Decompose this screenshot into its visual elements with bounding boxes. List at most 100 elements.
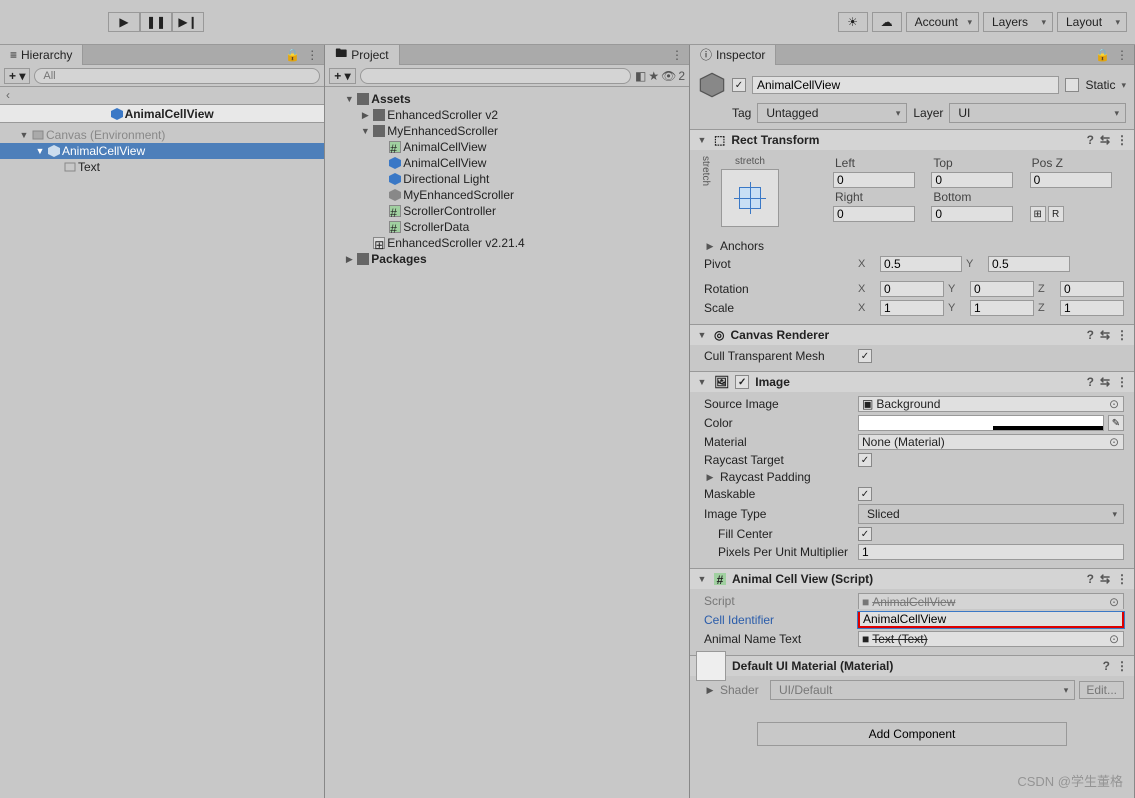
tree-item-scene[interactable]: MyEnhancedScroller bbox=[325, 187, 689, 203]
tree-item-cellview[interactable]: ▼AnimalCellView bbox=[0, 143, 324, 159]
active-checkbox[interactable]: ✓ bbox=[732, 78, 746, 92]
raycast-target-checkbox[interactable]: ✓ bbox=[858, 453, 872, 467]
add-button[interactable]: + ▾ bbox=[4, 68, 30, 84]
play-button[interactable]: ▶ bbox=[108, 12, 140, 32]
lock-icon[interactable]: 🔒 bbox=[285, 48, 300, 62]
account-dropdown[interactable]: Account bbox=[906, 12, 979, 32]
shader-dropdown[interactable]: UI/Default bbox=[770, 680, 1075, 700]
cull-checkbox[interactable]: ✓ bbox=[858, 349, 872, 363]
rect-transform-component: ▼⬚Rect Transform?⇆⋮ stretch stretch Left… bbox=[690, 129, 1134, 324]
ppu-input[interactable] bbox=[858, 544, 1124, 560]
menu-icon[interactable]: ⋮ bbox=[1116, 133, 1128, 147]
right-input[interactable] bbox=[833, 206, 915, 222]
add-component-button[interactable]: Add Component bbox=[757, 722, 1067, 746]
tree-item-canvas[interactable]: ▼Canvas (Environment) bbox=[0, 127, 324, 143]
tag-dropdown[interactable]: Untagged bbox=[757, 103, 907, 123]
help-icon[interactable]: ? bbox=[1087, 328, 1094, 342]
preset-icon[interactable]: ⇆ bbox=[1100, 572, 1110, 586]
rot-x-input[interactable] bbox=[880, 281, 944, 297]
menu-icon[interactable]: ⋮ bbox=[1116, 375, 1128, 389]
gameobject-name-input[interactable] bbox=[752, 76, 1059, 94]
eyedropper-icon[interactable]: ✎ bbox=[1108, 415, 1124, 431]
tree-item-light[interactable]: Directional Light bbox=[325, 171, 689, 187]
preset-icon[interactable]: ⇆ bbox=[1100, 375, 1110, 389]
filter-icon1[interactable]: ◧ bbox=[635, 69, 646, 83]
blueprint-icon[interactable]: ⊞ bbox=[1030, 206, 1046, 222]
anchor-preset-button[interactable] bbox=[721, 169, 779, 227]
menu-icon[interactable]: ⋮ bbox=[1116, 328, 1128, 342]
lighting-icon[interactable]: ☀ bbox=[838, 12, 868, 32]
color-field[interactable] bbox=[858, 415, 1104, 431]
source-image-field[interactable]: ▣ Background bbox=[858, 396, 1124, 412]
pivot-y-input[interactable] bbox=[988, 256, 1070, 272]
menu-icon[interactable]: ⋮ bbox=[1116, 659, 1128, 673]
tree-item-assets[interactable]: ▼Assets bbox=[325, 91, 689, 107]
hierarchy-search-input[interactable] bbox=[34, 68, 320, 84]
tree-item-text[interactable]: Text bbox=[0, 159, 324, 175]
rot-z-input[interactable] bbox=[1060, 281, 1124, 297]
top-input[interactable] bbox=[931, 172, 1013, 188]
help-icon[interactable]: ? bbox=[1087, 572, 1094, 586]
component-header[interactable]: ▼◎Canvas Renderer?⇆⋮ bbox=[690, 325, 1134, 345]
add-button[interactable]: + ▾ bbox=[329, 68, 355, 84]
scale-z-input[interactable] bbox=[1060, 300, 1124, 316]
fill-center-checkbox[interactable]: ✓ bbox=[858, 527, 872, 541]
bottom-input[interactable] bbox=[931, 206, 1013, 222]
scale-x-input[interactable] bbox=[880, 300, 944, 316]
cell-identifier-input[interactable] bbox=[858, 612, 1124, 628]
tree-item-script3[interactable]: #ScrollerData bbox=[325, 219, 689, 235]
menu-icon[interactable]: ⋮ bbox=[1116, 48, 1128, 62]
component-header[interactable]: Default UI Material (Material) ?⋮ bbox=[690, 656, 1134, 676]
help-icon[interactable]: ? bbox=[1103, 659, 1110, 673]
menu-icon[interactable]: ⋮ bbox=[306, 48, 318, 62]
project-tab[interactable]: 🖿Project bbox=[325, 45, 399, 65]
preset-icon[interactable]: ⇆ bbox=[1100, 133, 1110, 147]
image-type-dropdown[interactable]: Sliced bbox=[858, 504, 1124, 524]
preset-icon[interactable]: ⇆ bbox=[1100, 328, 1110, 342]
tree-item-script2[interactable]: #ScrollerController bbox=[325, 203, 689, 219]
anchors-foldout[interactable]: Anchors bbox=[720, 239, 850, 253]
pivot-x-input[interactable] bbox=[880, 256, 962, 272]
lock-icon[interactable]: 🔒 bbox=[1095, 48, 1110, 62]
menu-icon[interactable]: ⋮ bbox=[1116, 572, 1128, 586]
static-checkbox[interactable] bbox=[1065, 78, 1079, 92]
visibility-icon[interactable]: 👁 bbox=[661, 69, 676, 83]
layer-dropdown[interactable]: UI bbox=[949, 103, 1126, 123]
layers-dropdown[interactable]: Layers bbox=[983, 12, 1053, 32]
menu-icon[interactable]: ⋮ bbox=[671, 48, 683, 62]
tree-item-myes[interactable]: ▼MyEnhancedScroller bbox=[325, 123, 689, 139]
raycast-padding-foldout[interactable]: Raycast Padding bbox=[720, 470, 850, 484]
tree-item-script[interactable]: #AnimalCellView bbox=[325, 139, 689, 155]
material-field[interactable]: None (Material) bbox=[858, 434, 1124, 450]
pause-button[interactable]: ❚❚ bbox=[140, 12, 172, 32]
maskable-checkbox[interactable]: ✓ bbox=[858, 487, 872, 501]
layout-dropdown[interactable]: Layout bbox=[1057, 12, 1127, 32]
tree-item-es2[interactable]: ▶EnhancedScroller v2 bbox=[325, 107, 689, 123]
posz-input[interactable] bbox=[1030, 172, 1112, 188]
hierarchy-tab[interactable]: ≡Hierarchy bbox=[0, 45, 83, 65]
tree-item-packages[interactable]: ▶Packages bbox=[325, 251, 689, 267]
help-icon[interactable]: ? bbox=[1087, 375, 1094, 389]
tree-item-pkg[interactable]: ⊞EnhancedScroller v2.21.4 bbox=[325, 235, 689, 251]
scale-y-input[interactable] bbox=[970, 300, 1034, 316]
left-input[interactable] bbox=[833, 172, 915, 188]
prefab-header[interactable]: AnimalCellView bbox=[0, 105, 324, 123]
image-enable-checkbox[interactable]: ✓ bbox=[735, 375, 749, 389]
raw-toggle[interactable]: R bbox=[1048, 206, 1064, 222]
help-icon[interactable]: ? bbox=[1087, 133, 1094, 147]
inspector-tab[interactable]: ⓘInspector bbox=[690, 45, 776, 65]
component-header[interactable]: ▼🖼✓Image?⇆⋮ bbox=[690, 372, 1134, 392]
prefab-icon bbox=[389, 157, 401, 169]
rot-y-input[interactable] bbox=[970, 281, 1034, 297]
component-header[interactable]: ▼⬚Rect Transform?⇆⋮ bbox=[690, 130, 1134, 150]
back-chevron[interactable]: ‹ bbox=[0, 87, 324, 105]
animal-name-text-field[interactable]: ■ Text (Text) bbox=[858, 631, 1124, 647]
filter-icon2[interactable]: ★ bbox=[648, 69, 659, 83]
tree-item-prefab[interactable]: AnimalCellView bbox=[325, 155, 689, 171]
edit-button[interactable]: Edit... bbox=[1079, 681, 1124, 699]
canvas-renderer-component: ▼◎Canvas Renderer?⇆⋮ Cull Transparent Me… bbox=[690, 324, 1134, 371]
project-search-input[interactable] bbox=[360, 68, 631, 84]
cloud-icon[interactable]: ☁ bbox=[872, 12, 902, 32]
step-button[interactable]: ▶❙ bbox=[172, 12, 204, 32]
component-header[interactable]: ▼#Animal Cell View (Script)?⇆⋮ bbox=[690, 569, 1134, 589]
